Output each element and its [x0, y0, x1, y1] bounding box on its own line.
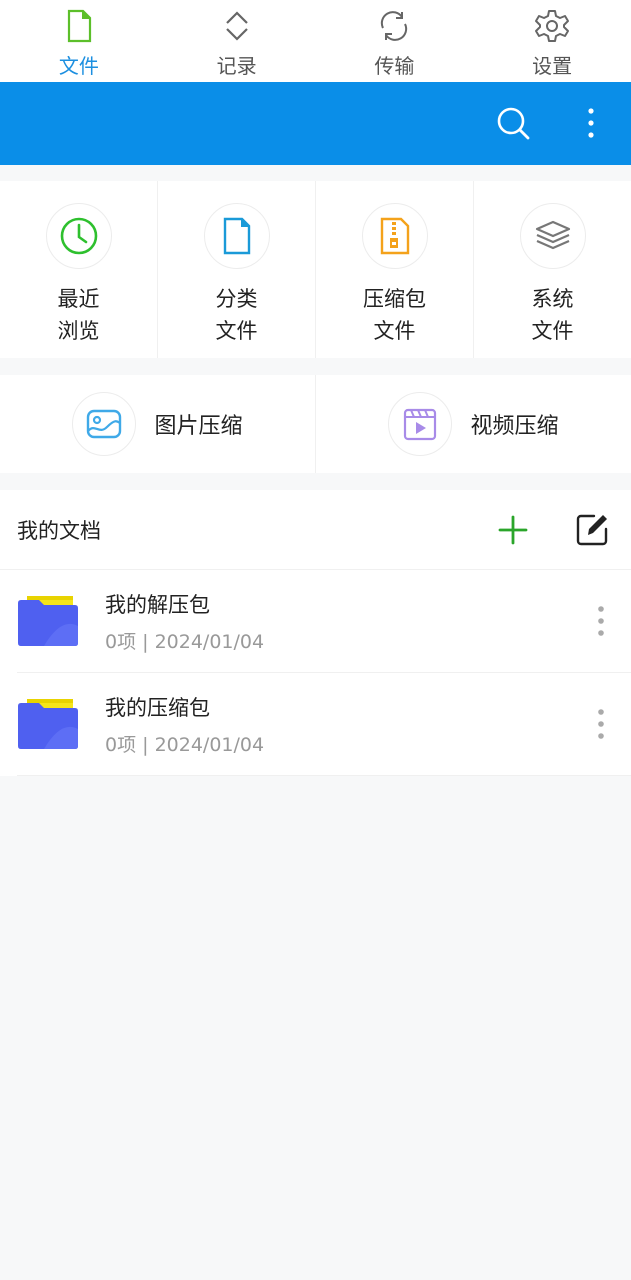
- list-item[interactable]: 我的解压包 0项 | 2024/01/04: [17, 570, 631, 673]
- document-icon: [223, 217, 250, 255]
- zip-icon-circle: [361, 203, 428, 269]
- tab-settings-label: 设置: [532, 54, 573, 78]
- folder-icon: [17, 696, 79, 752]
- file-icon: [67, 9, 91, 43]
- list-item-info: 我的解压包 0项 | 2024/01/04: [105, 589, 264, 654]
- top-nav: 文件 记录 传输 设置: [0, 0, 631, 82]
- folder-icon: [17, 593, 79, 649]
- tab-records[interactable]: 记录: [158, 0, 316, 82]
- layers-icon: [535, 220, 570, 250]
- tab-records-label: 记录: [216, 54, 257, 78]
- zip-files[interactable]: 压缩包 文件: [316, 181, 474, 358]
- expand-icon: [225, 11, 248, 41]
- toolbar: [0, 82, 631, 165]
- more-vertical-icon[interactable]: [593, 707, 609, 741]
- compress-row: 图片压缩 视频压缩: [0, 375, 631, 473]
- list-item-info: 我的压缩包 0项 | 2024/01/04: [105, 692, 264, 757]
- system-icon-circle: [519, 203, 586, 269]
- clock-icon: [60, 217, 97, 255]
- list-item-name: 我的压缩包: [105, 695, 210, 720]
- system-files[interactable]: 系统 文件: [474, 181, 631, 358]
- category-files[interactable]: 分类 文件: [158, 181, 316, 358]
- gear-icon: [535, 10, 570, 42]
- category-files-label: 分类 文件: [215, 287, 258, 343]
- search-icon[interactable]: [494, 104, 532, 142]
- image-icon-circle: [72, 392, 137, 456]
- quick-access-grid: 最近 浏览 分类 文件 压缩包 文件 系统 文件: [0, 181, 631, 358]
- sync-icon: [381, 11, 408, 41]
- recent-icon-circle: [45, 203, 112, 269]
- edit-icon[interactable]: [574, 512, 610, 548]
- video-icon: [404, 408, 437, 441]
- list-item-meta: 0项 | 2024/01/04: [105, 630, 265, 653]
- recent-browse-label: 最近 浏览: [57, 287, 100, 343]
- docs-title: 我的文档: [17, 518, 101, 543]
- list-item-name: 我的解压包: [105, 592, 210, 617]
- tab-transfer[interactable]: 传输: [316, 0, 474, 82]
- more-vertical-icon[interactable]: [578, 104, 604, 142]
- docs-header: 我的文档: [0, 490, 631, 570]
- tab-settings[interactable]: 设置: [473, 0, 631, 82]
- list-item[interactable]: 我的压缩包 0项 | 2024/01/04: [17, 673, 631, 776]
- tab-files-label: 文件: [58, 54, 99, 78]
- recent-browse[interactable]: 最近 浏览: [0, 181, 158, 358]
- tab-transfer-label: 传输: [374, 54, 415, 78]
- tab-files[interactable]: 文件: [0, 0, 158, 82]
- list-item-meta: 0项 | 2024/01/04: [105, 733, 265, 756]
- system-files-label: 系统 文件: [531, 287, 574, 343]
- video-compress-label: 视频压缩: [470, 414, 559, 439]
- video-compress[interactable]: 视频压缩: [316, 375, 631, 473]
- category-icon-circle: [203, 203, 270, 269]
- my-documents: 我的文档 我的解压包 0项 | 2024/01/04 我的压缩包 0项 | 20…: [0, 490, 631, 776]
- plus-icon[interactable]: [495, 512, 531, 548]
- video-icon-circle: [388, 392, 453, 456]
- more-vertical-icon[interactable]: [593, 604, 609, 638]
- image-compress[interactable]: 图片压缩: [0, 375, 316, 473]
- zip-icon: [380, 217, 409, 255]
- image-compress-label: 图片压缩: [154, 414, 243, 439]
- image-icon: [87, 409, 122, 439]
- zip-files-label: 压缩包 文件: [363, 287, 426, 343]
